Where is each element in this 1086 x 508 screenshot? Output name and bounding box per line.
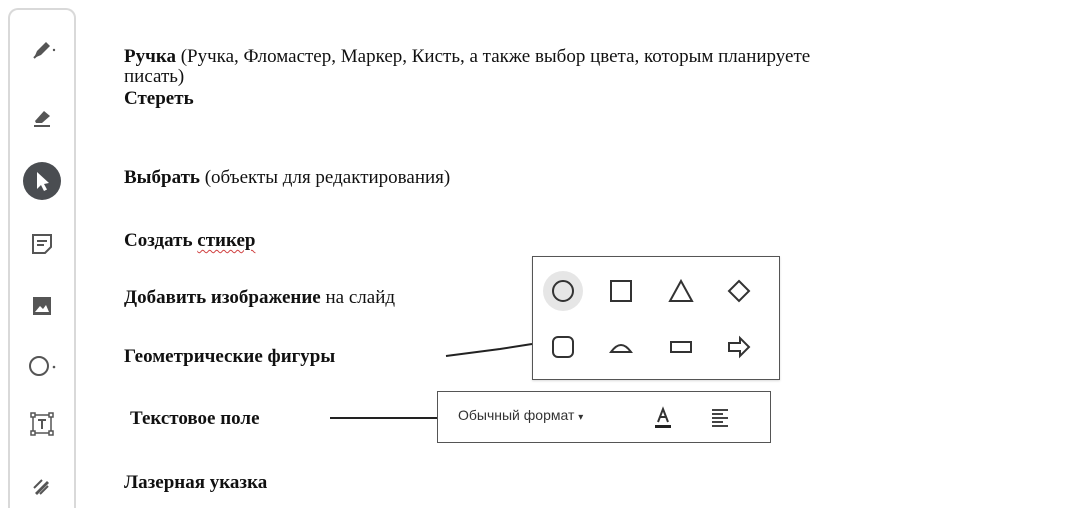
shape-rounded-rectangle[interactable] — [543, 327, 583, 367]
shape-diamond[interactable] — [719, 271, 759, 311]
select-tool[interactable] — [10, 161, 74, 201]
laser-description: Лазерная указка — [124, 472, 268, 493]
circle-icon — [29, 356, 56, 376]
shape-half-circle[interactable] — [601, 327, 641, 367]
text-format-bar: Обычный формат ▾ — [437, 391, 771, 443]
shapes-connector-line — [445, 343, 533, 357]
pen-description-continued: писать) — [124, 66, 185, 87]
arrow-right-shape-icon — [728, 335, 751, 359]
select-title: Выбрать — [124, 167, 200, 188]
shape-rectangle[interactable] — [661, 327, 701, 367]
shape-arrow-right[interactable] — [719, 327, 759, 367]
laser-tool[interactable] — [10, 466, 74, 506]
sticky-note-tool[interactable] — [10, 224, 74, 264]
text-color-button[interactable] — [646, 402, 680, 432]
sticker-description: Создать стикер — [124, 230, 255, 251]
eraser-icon — [34, 111, 50, 127]
textbox-description: Текстовое поле — [130, 408, 260, 429]
cursor-arrow-icon — [23, 162, 61, 200]
paragraph-style-label: Обычный формат — [458, 407, 575, 423]
sticker-title-part: Создать — [124, 230, 198, 251]
drawing-toolbar — [8, 8, 76, 508]
text-box-icon — [30, 412, 54, 436]
sticky-note-icon — [32, 234, 52, 254]
pen-title: Ручка — [124, 46, 176, 67]
image-icon — [33, 297, 51, 315]
erase-description: Стереть — [124, 88, 194, 109]
square-shape-icon — [610, 280, 632, 302]
triangle-shape-icon — [668, 278, 694, 302]
pen-icon — [33, 42, 56, 59]
text-color-icon — [655, 406, 671, 428]
shape-triangle[interactable] — [661, 271, 701, 311]
rectangle-shape-icon — [670, 341, 692, 353]
align-button[interactable] — [703, 402, 737, 432]
paragraph-style-dropdown[interactable]: Обычный формат ▾ — [458, 407, 583, 423]
chevron-down-icon: ▾ — [578, 412, 584, 423]
shape-circle[interactable] — [543, 271, 583, 311]
pen-description: Ручка (Ручка, Фломастер, Маркер, Кисть, … — [124, 46, 810, 67]
image-tool[interactable] — [10, 286, 74, 326]
diamond-shape-icon — [727, 279, 751, 303]
align-left-icon — [712, 409, 728, 427]
image-details: на слайд — [320, 287, 396, 308]
select-details: (объекты для редактирования) — [199, 167, 451, 188]
image-title: Добавить изображение — [124, 287, 321, 308]
rounded-square-shape-icon — [552, 336, 574, 358]
half-circle-shape-icon — [609, 344, 633, 353]
circle-shape-icon — [552, 280, 574, 302]
pen-tool[interactable] — [10, 30, 74, 70]
shapes-tool[interactable] — [10, 346, 74, 386]
pen-details: (Ручка, Фломастер, Маркер, Кисть, а такж… — [175, 46, 811, 67]
image-description: Добавить изображение на слайд — [124, 287, 395, 308]
shape-square[interactable] — [601, 271, 641, 311]
eraser-tool[interactable] — [10, 96, 74, 136]
laser-pointer-icon — [33, 479, 49, 495]
shapes-palette — [532, 256, 780, 380]
sticker-title-word: стикер — [197, 230, 256, 251]
select-description: Выбрать (объекты для редактирования) — [124, 167, 450, 188]
text-box-tool[interactable] — [10, 404, 74, 444]
shapes-description: Геометрические фигуры — [124, 346, 336, 367]
